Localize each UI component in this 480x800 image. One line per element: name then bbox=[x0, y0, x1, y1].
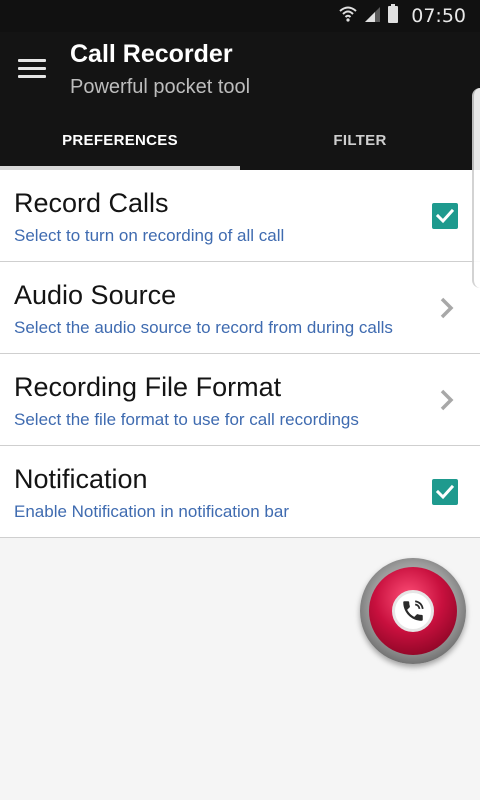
pref-notification[interactable]: Notification Enable Notification in noti… bbox=[0, 446, 480, 538]
app-subtitle: Powerful pocket tool bbox=[70, 76, 251, 98]
menu-line bbox=[18, 66, 46, 70]
signal-icon bbox=[363, 5, 381, 28]
chevron-right-icon bbox=[440, 297, 454, 319]
status-time: 07:50 bbox=[411, 5, 466, 27]
edge-panel-handle[interactable] bbox=[472, 88, 480, 288]
pref-title: Recording File Format bbox=[14, 372, 282, 402]
record-calls-checkbox[interactable] bbox=[432, 203, 458, 229]
battery-icon bbox=[387, 3, 399, 29]
app-title: Call Recorder bbox=[70, 40, 233, 68]
pref-title: Notification bbox=[14, 464, 148, 494]
phone-icon bbox=[392, 590, 434, 632]
notification-checkbox[interactable] bbox=[432, 479, 458, 505]
preferences-list: Record Calls Select to turn on recording… bbox=[0, 170, 480, 538]
chevron-right-icon bbox=[440, 389, 454, 411]
pref-title: Audio Source bbox=[14, 280, 177, 310]
checkmark-icon bbox=[435, 484, 455, 500]
pref-record-calls[interactable]: Record Calls Select to turn on recording… bbox=[0, 170, 480, 262]
pref-summary: Select the audio source to record from d… bbox=[14, 318, 393, 337]
pref-title: Record Calls bbox=[14, 188, 169, 218]
status-icons: 07:50 bbox=[339, 3, 466, 29]
app-bar: Call Recorder Powerful pocket tool bbox=[0, 32, 480, 110]
tab-preferences[interactable]: PREFERENCES bbox=[0, 110, 240, 170]
tab-filter[interactable]: FILTER bbox=[240, 110, 480, 170]
record-call-fab[interactable] bbox=[360, 558, 466, 664]
pref-summary: Select to turn on recording of all call bbox=[14, 226, 285, 245]
fab-red-ring bbox=[369, 567, 457, 655]
tab-bar: PREFERENCES FILTER bbox=[0, 110, 480, 170]
pref-summary: Enable Notification in notification bar bbox=[14, 502, 289, 521]
status-bar: 07:50 bbox=[0, 0, 480, 32]
checkmark-icon bbox=[435, 208, 455, 224]
pref-summary: Select the file format to use for call r… bbox=[14, 410, 359, 429]
pref-recording-file-format[interactable]: Recording File Format Select the file fo… bbox=[0, 354, 480, 446]
pref-audio-source[interactable]: Audio Source Select the audio source to … bbox=[0, 262, 480, 354]
menu-line bbox=[18, 58, 46, 62]
menu-line bbox=[18, 74, 46, 78]
hamburger-menu-icon[interactable] bbox=[14, 52, 50, 84]
wifi-icon bbox=[339, 5, 357, 28]
